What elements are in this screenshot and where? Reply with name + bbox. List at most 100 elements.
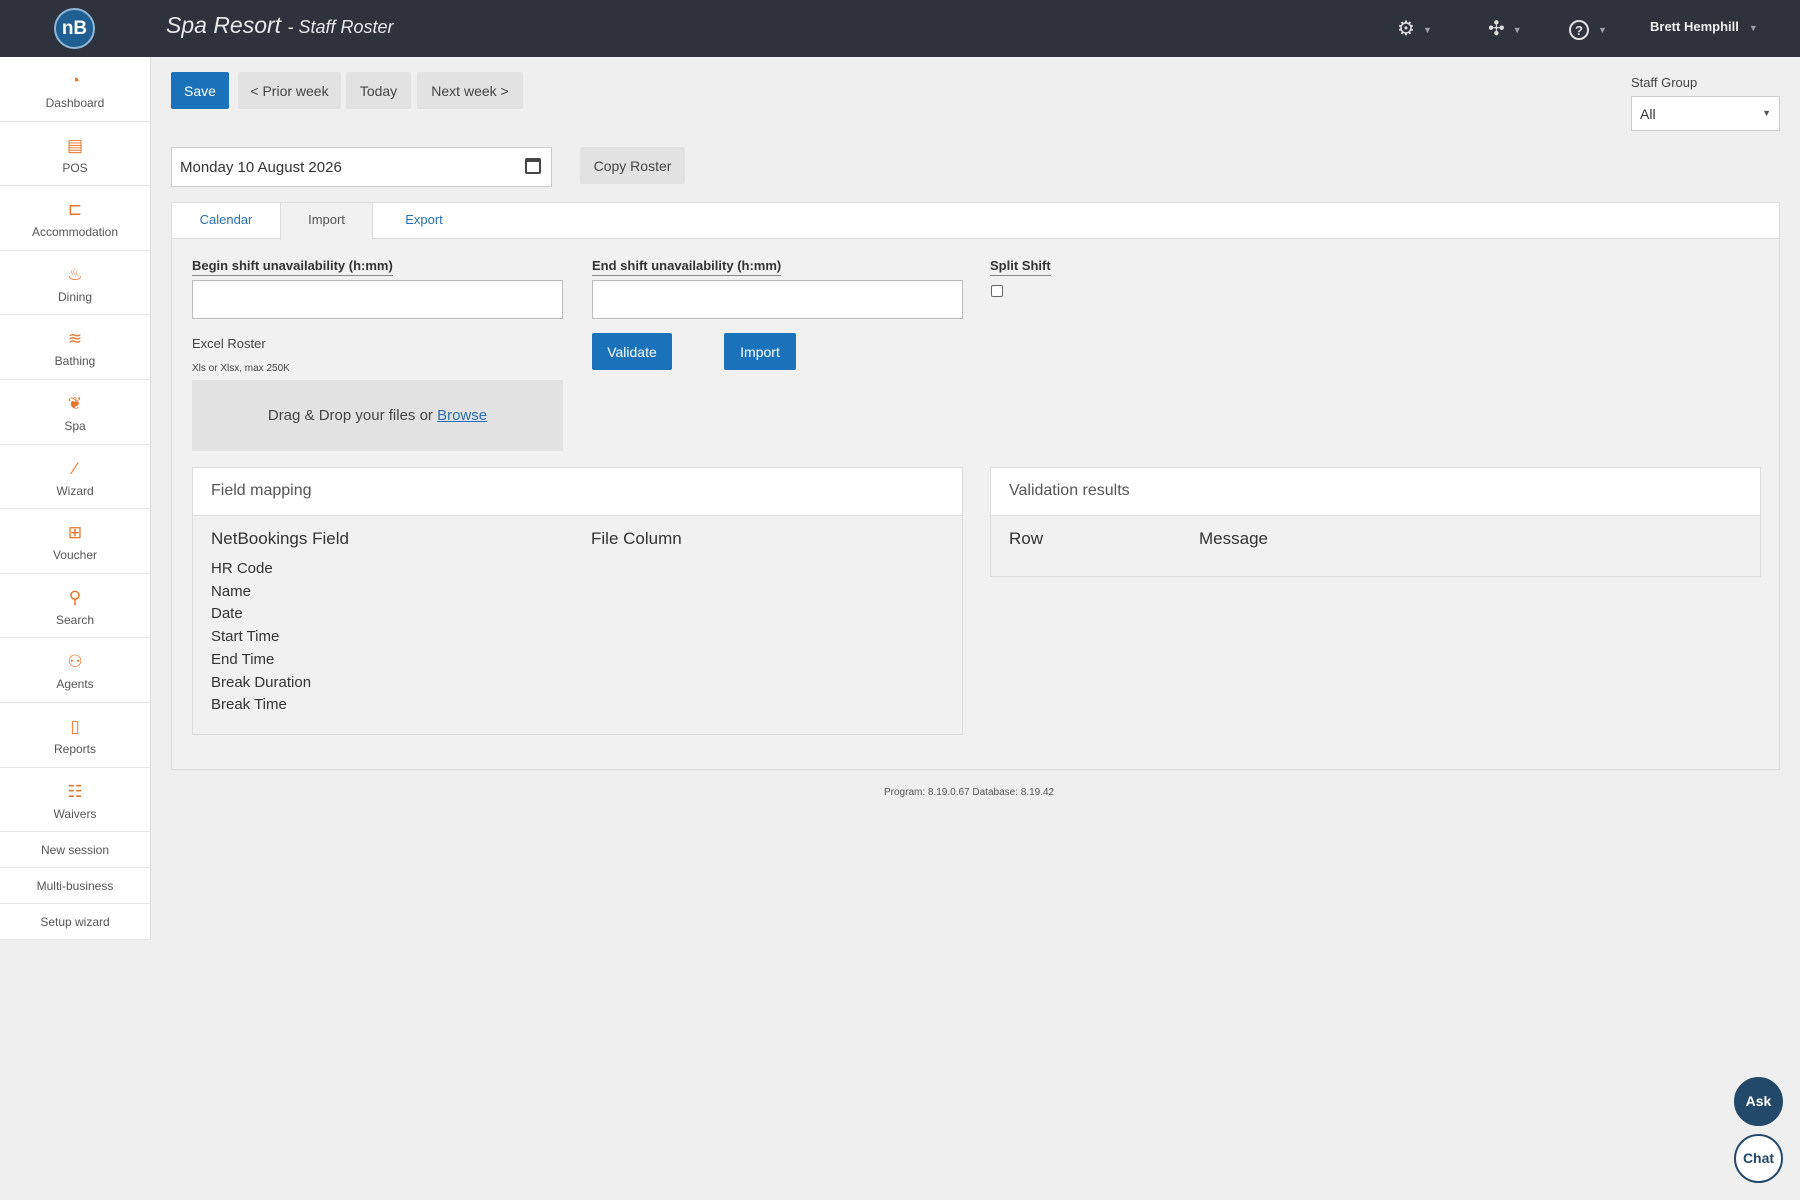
sidebar-item-label: Search xyxy=(55,612,95,627)
sidebar-item-accommodation[interactable]: ⊏ Accommodation xyxy=(0,186,150,251)
begin-unavailability-input[interactable] xyxy=(192,280,563,319)
begin-unavailability-label: Begin shift unavailability (h:mm) xyxy=(192,258,393,276)
tab-import[interactable]: Import xyxy=(280,203,373,240)
help-icon: ? xyxy=(1569,19,1589,40)
user-name: Brett Hemphill xyxy=(1650,19,1739,34)
version-info: Program: 8.19.0.67 Database: 8.19.42 xyxy=(884,787,1055,798)
validation-results-panel: Validation results Row Message xyxy=(990,467,1761,577)
sidebar-item-label: Dashboard xyxy=(45,96,105,110)
sidebar-item-label: Spa xyxy=(64,418,86,433)
sidebar-item-bathing[interactable]: ≋ Bathing xyxy=(0,315,150,380)
settings-icon: ⚙ xyxy=(1397,18,1415,40)
end-unavailability-input[interactable] xyxy=(592,280,963,319)
bed-icon: ⊏ xyxy=(67,200,83,220)
waves-icon: ≋ xyxy=(67,329,83,349)
chevron-down-icon: ▼ xyxy=(1598,24,1607,35)
sidebar-link-setup-wizard[interactable]: Setup wizard xyxy=(0,904,150,941)
sidebar-item-label: Reports xyxy=(53,741,97,756)
roster-date-value: Monday 10 August 2026 xyxy=(180,159,342,176)
ask-button[interactable]: Ask xyxy=(1734,1077,1783,1126)
sidebar-item-label: Agents xyxy=(56,677,94,692)
dropzone-text: Drag & Drop your files or xyxy=(267,407,433,424)
svg-text:?: ? xyxy=(1575,23,1583,38)
calendar-icon[interactable] xyxy=(525,158,541,174)
tab-calendar[interactable]: Calendar xyxy=(172,203,280,239)
chevron-down-icon: ▼ xyxy=(1748,23,1758,33)
sidebar-item-label: Wizard xyxy=(56,483,94,498)
mapping-row: Date xyxy=(211,605,243,623)
chat-button[interactable]: Chat xyxy=(1734,1134,1783,1183)
browse-link[interactable]: Browse xyxy=(437,407,487,424)
gift-icon: ⊞ xyxy=(67,523,83,543)
import-button[interactable]: Import xyxy=(724,333,796,370)
next-week-button[interactable]: Next week > xyxy=(417,72,523,109)
sidebar-item-spa[interactable]: ❦ Spa xyxy=(0,380,150,445)
top-bar: nB Spa Resort - Staff Roster ⚙ ▼ ✣ ▼ ? ▼ Br… xyxy=(0,0,1800,57)
app-logo[interactable]: nB xyxy=(54,8,95,49)
mapping-row: Start Time xyxy=(211,628,280,646)
staff-group-select[interactable]: All ▼ xyxy=(1631,96,1780,131)
chevron-down-icon: ▼ xyxy=(1762,108,1771,118)
excel-roster-hint: Xls or Xlsx, max 250K xyxy=(192,363,290,374)
prior-week-button[interactable]: < Prior week xyxy=(238,72,341,109)
sidebar-link-new-session[interactable]: New session xyxy=(0,832,150,869)
help-menu[interactable]: ? ▼ xyxy=(1568,16,1607,42)
validation-results-title: Validation results xyxy=(991,468,1760,516)
sidebar-item-reports[interactable]: ▯ Reports xyxy=(0,703,150,768)
validate-button[interactable]: Validate xyxy=(592,333,672,370)
checklist-icon: ☷ xyxy=(67,781,83,801)
sidebar: ◔ Dashboard ▤ POS ⊏ Accommodation ♨ Dining ≋ Bath… xyxy=(0,57,151,941)
search-icon: ⚲ xyxy=(68,587,82,607)
dashboard-icon: ◔ xyxy=(69,71,81,90)
message-header: Message xyxy=(1199,529,1268,548)
copy-roster-button[interactable]: Copy Roster xyxy=(580,147,685,184)
split-shift-label: Split Shift xyxy=(990,258,1051,276)
lotus-icon: ❦ xyxy=(67,393,83,413)
save-button[interactable]: Save xyxy=(171,72,229,109)
field-mapping-title: Field mapping xyxy=(193,468,962,516)
sidebar-item-dining[interactable]: ♨ Dining xyxy=(0,251,150,316)
page-title: Spa Resort - Staff Roster xyxy=(166,12,393,39)
dining-icon: ♨ xyxy=(67,264,83,284)
sidebar-item-wizard[interactable]: ⁄ Wizard xyxy=(0,445,150,510)
user-menu[interactable]: Brett Hemphill ▼ xyxy=(1650,19,1758,34)
network-icon: ✣ xyxy=(1488,18,1505,40)
sidebar-item-dashboard[interactable]: ◔ Dashboard xyxy=(0,57,150,122)
page-subtitle: - Staff Roster xyxy=(287,17,394,37)
row-header: Row xyxy=(1009,529,1044,548)
sidebar-item-search[interactable]: ⚲ Search xyxy=(0,574,150,639)
app-name: Spa Resort xyxy=(166,12,282,38)
file-column-header: File Column xyxy=(591,529,682,548)
network-menu[interactable]: ✣ ▼ xyxy=(1488,16,1522,42)
mapping-row: Name xyxy=(211,582,252,600)
sidebar-link-multi-business[interactable]: Multi-business xyxy=(0,868,150,905)
sidebar-item-label: Voucher xyxy=(52,548,98,563)
end-unavailability-label: End shift unavailability (h:mm) xyxy=(592,258,782,276)
sidebar-item-label: Dining xyxy=(57,289,93,304)
chevron-down-icon: ▼ xyxy=(1512,24,1522,35)
excel-roster-label: Excel Roster xyxy=(192,336,266,351)
staff-group-value: All xyxy=(1640,106,1656,122)
pos-icon: ▤ xyxy=(66,135,84,155)
split-shift-checkbox[interactable] xyxy=(991,285,1003,297)
file-dropzone[interactable]: Drag & Drop your files or Browse xyxy=(192,380,563,451)
staff-group-label: Staff Group xyxy=(1631,75,1698,90)
settings-menu[interactable]: ⚙ ▼ xyxy=(1397,16,1432,42)
sidebar-item-pos[interactable]: ▤ POS xyxy=(0,122,150,187)
sidebar-item-label: POS xyxy=(62,160,88,175)
today-button[interactable]: Today xyxy=(346,72,411,109)
tab-export[interactable]: Export xyxy=(373,203,475,239)
mapping-row: Break Duration xyxy=(211,673,312,691)
sidebar-item-waivers[interactable]: ☷ Waivers xyxy=(0,768,150,833)
agents-icon: ⚇ xyxy=(67,652,83,672)
tab-bar: Calendar Import Export xyxy=(172,203,1779,240)
sidebar-item-voucher[interactable]: ⊞ Voucher xyxy=(0,509,150,574)
magic-wand-icon: ⁄ xyxy=(73,458,77,478)
roster-panel: Calendar Import Export Begin shift unava… xyxy=(171,202,1780,770)
sidebar-item-label: Accommodation xyxy=(31,225,119,240)
sidebar-item-label: Bathing xyxy=(54,354,96,369)
sidebar-item-agents[interactable]: ⚇ Agents xyxy=(0,638,150,703)
field-mapping-panel: Field mapping NetBookings Field File Col… xyxy=(192,467,963,735)
roster-date-input[interactable]: Monday 10 August 2026 xyxy=(171,147,552,187)
netbookings-field-header: NetBookings Field xyxy=(211,529,349,548)
